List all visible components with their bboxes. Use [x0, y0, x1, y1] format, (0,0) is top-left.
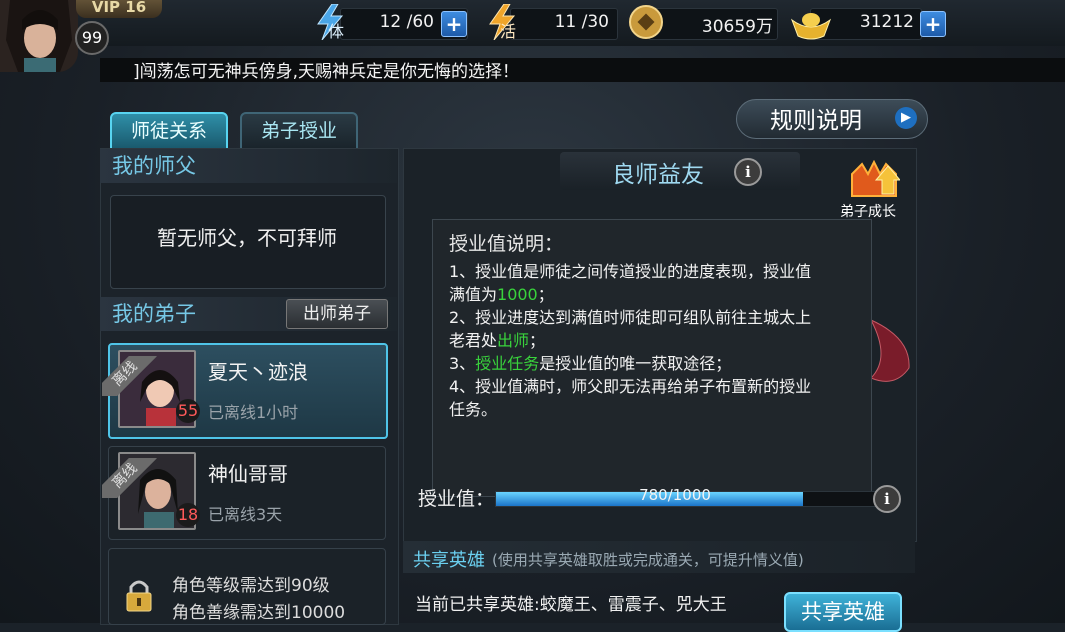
tooltip-line: 任务。 [449, 400, 498, 419]
info-icon[interactable]: i [734, 158, 762, 186]
tooltip-line: 4、授业值满时，师父即无法再给弟子布置新的授业 [449, 377, 812, 396]
tooltip-text: 满值为 [449, 285, 498, 304]
tooltip-text: 是授业值的唯一获取途径； [539, 354, 732, 373]
tooltip-line: 3、授业任务是授业值的唯一获取途径； [449, 352, 731, 375]
disciple-name: 夏天丶迹浪 [208, 360, 308, 384]
tooltip-text: ； [529, 331, 546, 350]
lock-icon [126, 580, 152, 612]
announcement-text: ]闯荡怎可无神兵傍身,天赐神兵定是你无悔的选择！ [133, 62, 520, 82]
rules-button-label: 规则说明 [770, 108, 862, 134]
vitality-value: 11 /30 [554, 12, 609, 32]
player-level-badge: 99 [75, 21, 109, 55]
growth-label: 弟子成长 [840, 204, 896, 220]
tab-mentor-relations[interactable]: 师徒关系 [110, 112, 228, 150]
disciple-name: 神仙哥哥 [208, 462, 288, 486]
gold-ingot-value: 31212 [859, 12, 914, 32]
tooltip-line: 老君处出师； [449, 329, 545, 352]
disciple-status: 已离线3天 [208, 505, 283, 524]
vitality-label: 活 [500, 22, 517, 41]
tooltip-text: ； [537, 285, 554, 304]
coin-icon [629, 5, 663, 39]
tooltip-line: 1、授业值是师徒之间传道授业的进度表现，授业值 [449, 262, 812, 281]
share-heroes-button[interactable]: 共享英雄 [784, 592, 902, 632]
info-icon[interactable]: i [873, 485, 901, 513]
arrow-right-icon: ▶ [895, 107, 917, 129]
share-heroes-subtitle: (使用共享英雄取胜或完成通关，可提升情义值) [492, 551, 804, 569]
panel-title: 良师益友 [612, 162, 704, 188]
share-heroes-title: 共享英雄 [413, 550, 485, 571]
player-avatar[interactable] [0, 0, 78, 72]
stamina-value: 12 /60 [379, 12, 434, 32]
shared-heroes-list: 当前已共享英雄:蛟魔王、雷震子、兕大王 [415, 595, 727, 615]
no-master-text: 暂无师父，不可拜师 [157, 226, 337, 250]
offline-ribbon: 离线 [102, 458, 162, 498]
teaching-value-label: 授业值： [418, 488, 495, 510]
graduate-disciple-button[interactable]: 出师弟子 [286, 299, 388, 329]
tab-disciple-teaching[interactable]: 弟子授业 [240, 112, 358, 150]
my-master-header: 我的师父 [100, 149, 397, 183]
stamina-label: 体 [328, 22, 345, 41]
vip-badge[interactable]: VIP 16 [76, 0, 162, 18]
tooltip-text: 老君处 [449, 331, 498, 350]
decorative-ornament-icon [869, 318, 910, 382]
tooltip-highlight: 1000 [497, 285, 538, 304]
tooltip-text: 3、 [449, 354, 476, 373]
teaching-value-text: 780/1000 [639, 486, 711, 504]
tooltip-title: 授业值说明： [449, 233, 564, 255]
offline-tag: 离线 [102, 356, 157, 396]
disciple-level: 18 [176, 503, 200, 527]
tooltip-highlight: 授业任务 [475, 354, 540, 373]
disciple-growth-icon[interactable] [848, 160, 900, 198]
hero-portrait-icon [0, 0, 78, 72]
lock-requirement-karma: 角色善缘需达到10000 [172, 603, 346, 623]
tooltip-highlight: 出师 [497, 331, 530, 350]
coin-value: 30659万 [701, 17, 773, 37]
offline-tag: 离线 [102, 458, 157, 498]
add-gold-ingot-button[interactable]: + [920, 11, 946, 37]
add-stamina-button[interactable]: + [441, 11, 467, 37]
tooltip-line: 满值为1000； [449, 283, 554, 306]
gold-ingot-icon [790, 13, 832, 40]
offline-ribbon: 离线 [102, 356, 162, 396]
disciple-status: 已离线1小时 [208, 403, 299, 422]
disciple-level: 55 [176, 399, 200, 423]
lock-requirement-level: 角色等级需达到90级 [172, 576, 330, 596]
tooltip-line: 2、授业进度达到满值时师徒即可组队前往主城太上 [449, 308, 812, 327]
